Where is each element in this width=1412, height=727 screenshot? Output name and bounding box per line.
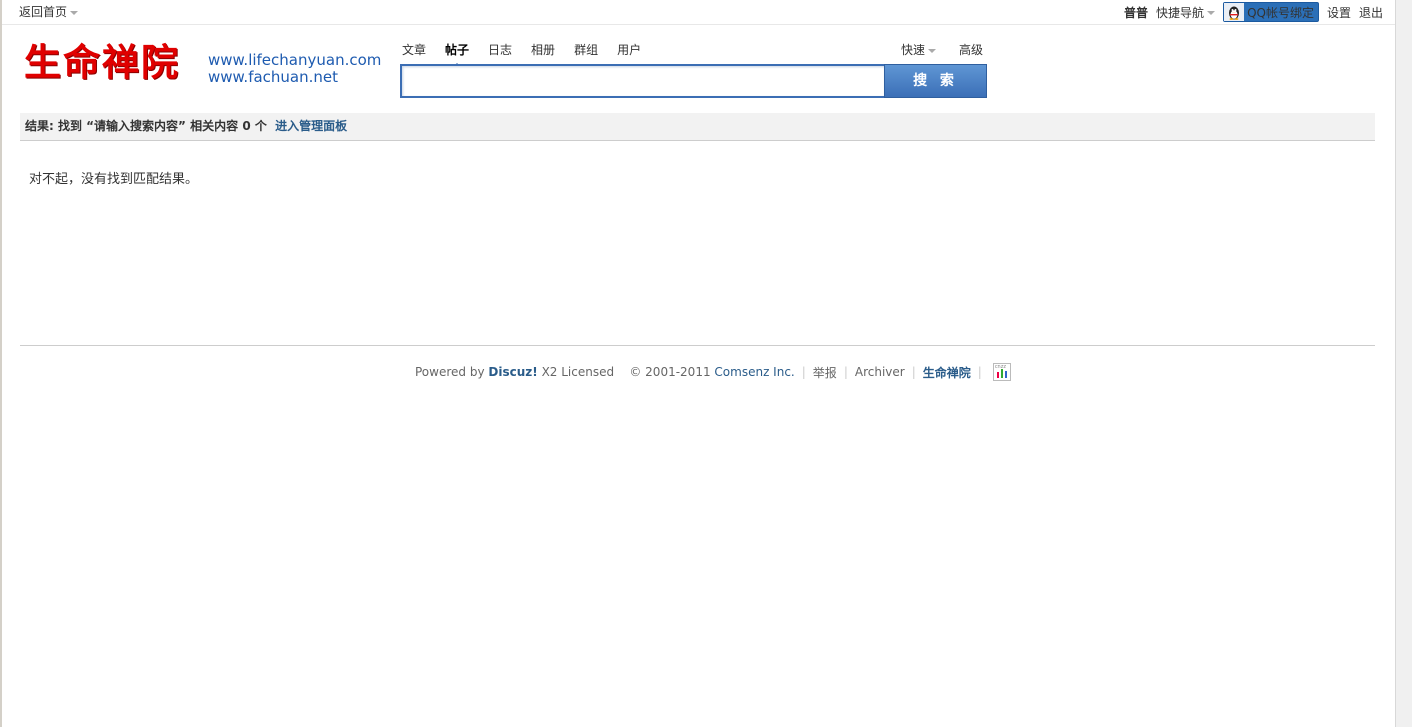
- user-menu: 普普 快捷导航 QQ帐号绑定 设置 退出: [1124, 2, 1383, 22]
- top-toolbar: 返回首页 普普 快捷导航 QQ帐号绑定 设置 退出: [2, 0, 1395, 25]
- report-link[interactable]: 举报: [813, 364, 837, 381]
- result-query: “请输入搜索内容”: [86, 119, 186, 133]
- footer-divider: [20, 345, 1375, 346]
- search-type-tabs: 文章 帖子 日志 相册 群组 用户: [402, 41, 660, 67]
- tab-articles[interactable]: 文章: [402, 41, 426, 58]
- search-box: [400, 64, 884, 98]
- footer-separator: |: [843, 365, 848, 379]
- site-urls: www.lifechanyuan.com www.fachuan.net: [208, 52, 381, 86]
- copyright-text: © 2001-2011: [629, 365, 711, 379]
- archiver-link[interactable]: Archiver: [855, 365, 905, 379]
- footer-separator: |: [911, 365, 916, 379]
- result-middle: 相关内容: [190, 119, 239, 133]
- footer-separator: |: [801, 365, 806, 379]
- tab-albums[interactable]: 相册: [531, 41, 555, 58]
- powered-by-text: Powered by: [415, 365, 485, 379]
- qq-bind-label: QQ帐号绑定: [1247, 5, 1314, 20]
- chevron-down-icon: [70, 10, 79, 15]
- chevron-down-icon: [928, 48, 937, 53]
- search-input[interactable]: [402, 66, 884, 96]
- site-url-primary: www.lifechanyuan.com: [208, 51, 382, 69]
- tab-posts[interactable]: 帖子: [445, 41, 469, 67]
- settings-link[interactable]: 设置: [1327, 4, 1351, 21]
- quick-nav-label: 快捷导航: [1156, 5, 1205, 20]
- quick-nav-menu[interactable]: 快捷导航: [1156, 4, 1216, 21]
- home-link-label: 返回首页: [19, 5, 68, 19]
- stats-counter-icon[interactable]: cnzz: [992, 363, 1011, 381]
- advanced-search-link[interactable]: 高级: [959, 41, 983, 58]
- comsenz-link[interactable]: Comsenz Inc.: [714, 365, 794, 379]
- quick-search-menu[interactable]: 快速: [901, 41, 937, 58]
- site-name-link[interactable]: 生命禅院: [923, 364, 971, 381]
- logout-link[interactable]: 退出: [1359, 4, 1383, 21]
- admin-panel-link[interactable]: 进入管理面板: [275, 119, 347, 133]
- search-button[interactable]: 搜 索: [884, 64, 987, 98]
- result-count: 0 个: [242, 119, 267, 133]
- site-logo[interactable]: 生命禅院: [24, 44, 180, 81]
- version-text: X2 Licensed: [541, 365, 615, 379]
- result-summary-bar: 结果: 找到 “请输入搜索内容” 相关内容 0 个 进入管理面板: [20, 113, 1375, 141]
- discuz-link[interactable]: Discuz!: [488, 365, 537, 379]
- vertical-scrollbar[interactable]: [1395, 0, 1412, 727]
- footer-separator: |: [977, 365, 982, 379]
- chevron-down-icon: [1207, 11, 1216, 15]
- no-result-message: 对不起，没有找到匹配结果。: [29, 172, 199, 187]
- quick-search-label: 快速: [901, 43, 926, 57]
- qq-penguin-icon: [1224, 3, 1245, 21]
- window-left-edge: [0, 0, 2, 727]
- home-link[interactable]: 返回首页: [19, 3, 79, 20]
- tab-blogs[interactable]: 日志: [488, 41, 512, 58]
- site-logo-text: 生命禅院: [24, 40, 180, 84]
- result-prefix: 结果: 找到: [25, 119, 82, 133]
- username-link[interactable]: 普普: [1124, 4, 1148, 21]
- qq-bind-button[interactable]: QQ帐号绑定: [1223, 2, 1319, 22]
- footer: Powered by Discuz! X2 Licensed © 2001-20…: [415, 363, 1011, 381]
- tab-groups[interactable]: 群组: [574, 41, 598, 58]
- tab-users[interactable]: 用户: [617, 41, 641, 58]
- site-url-secondary: www.fachuan.net: [208, 68, 339, 86]
